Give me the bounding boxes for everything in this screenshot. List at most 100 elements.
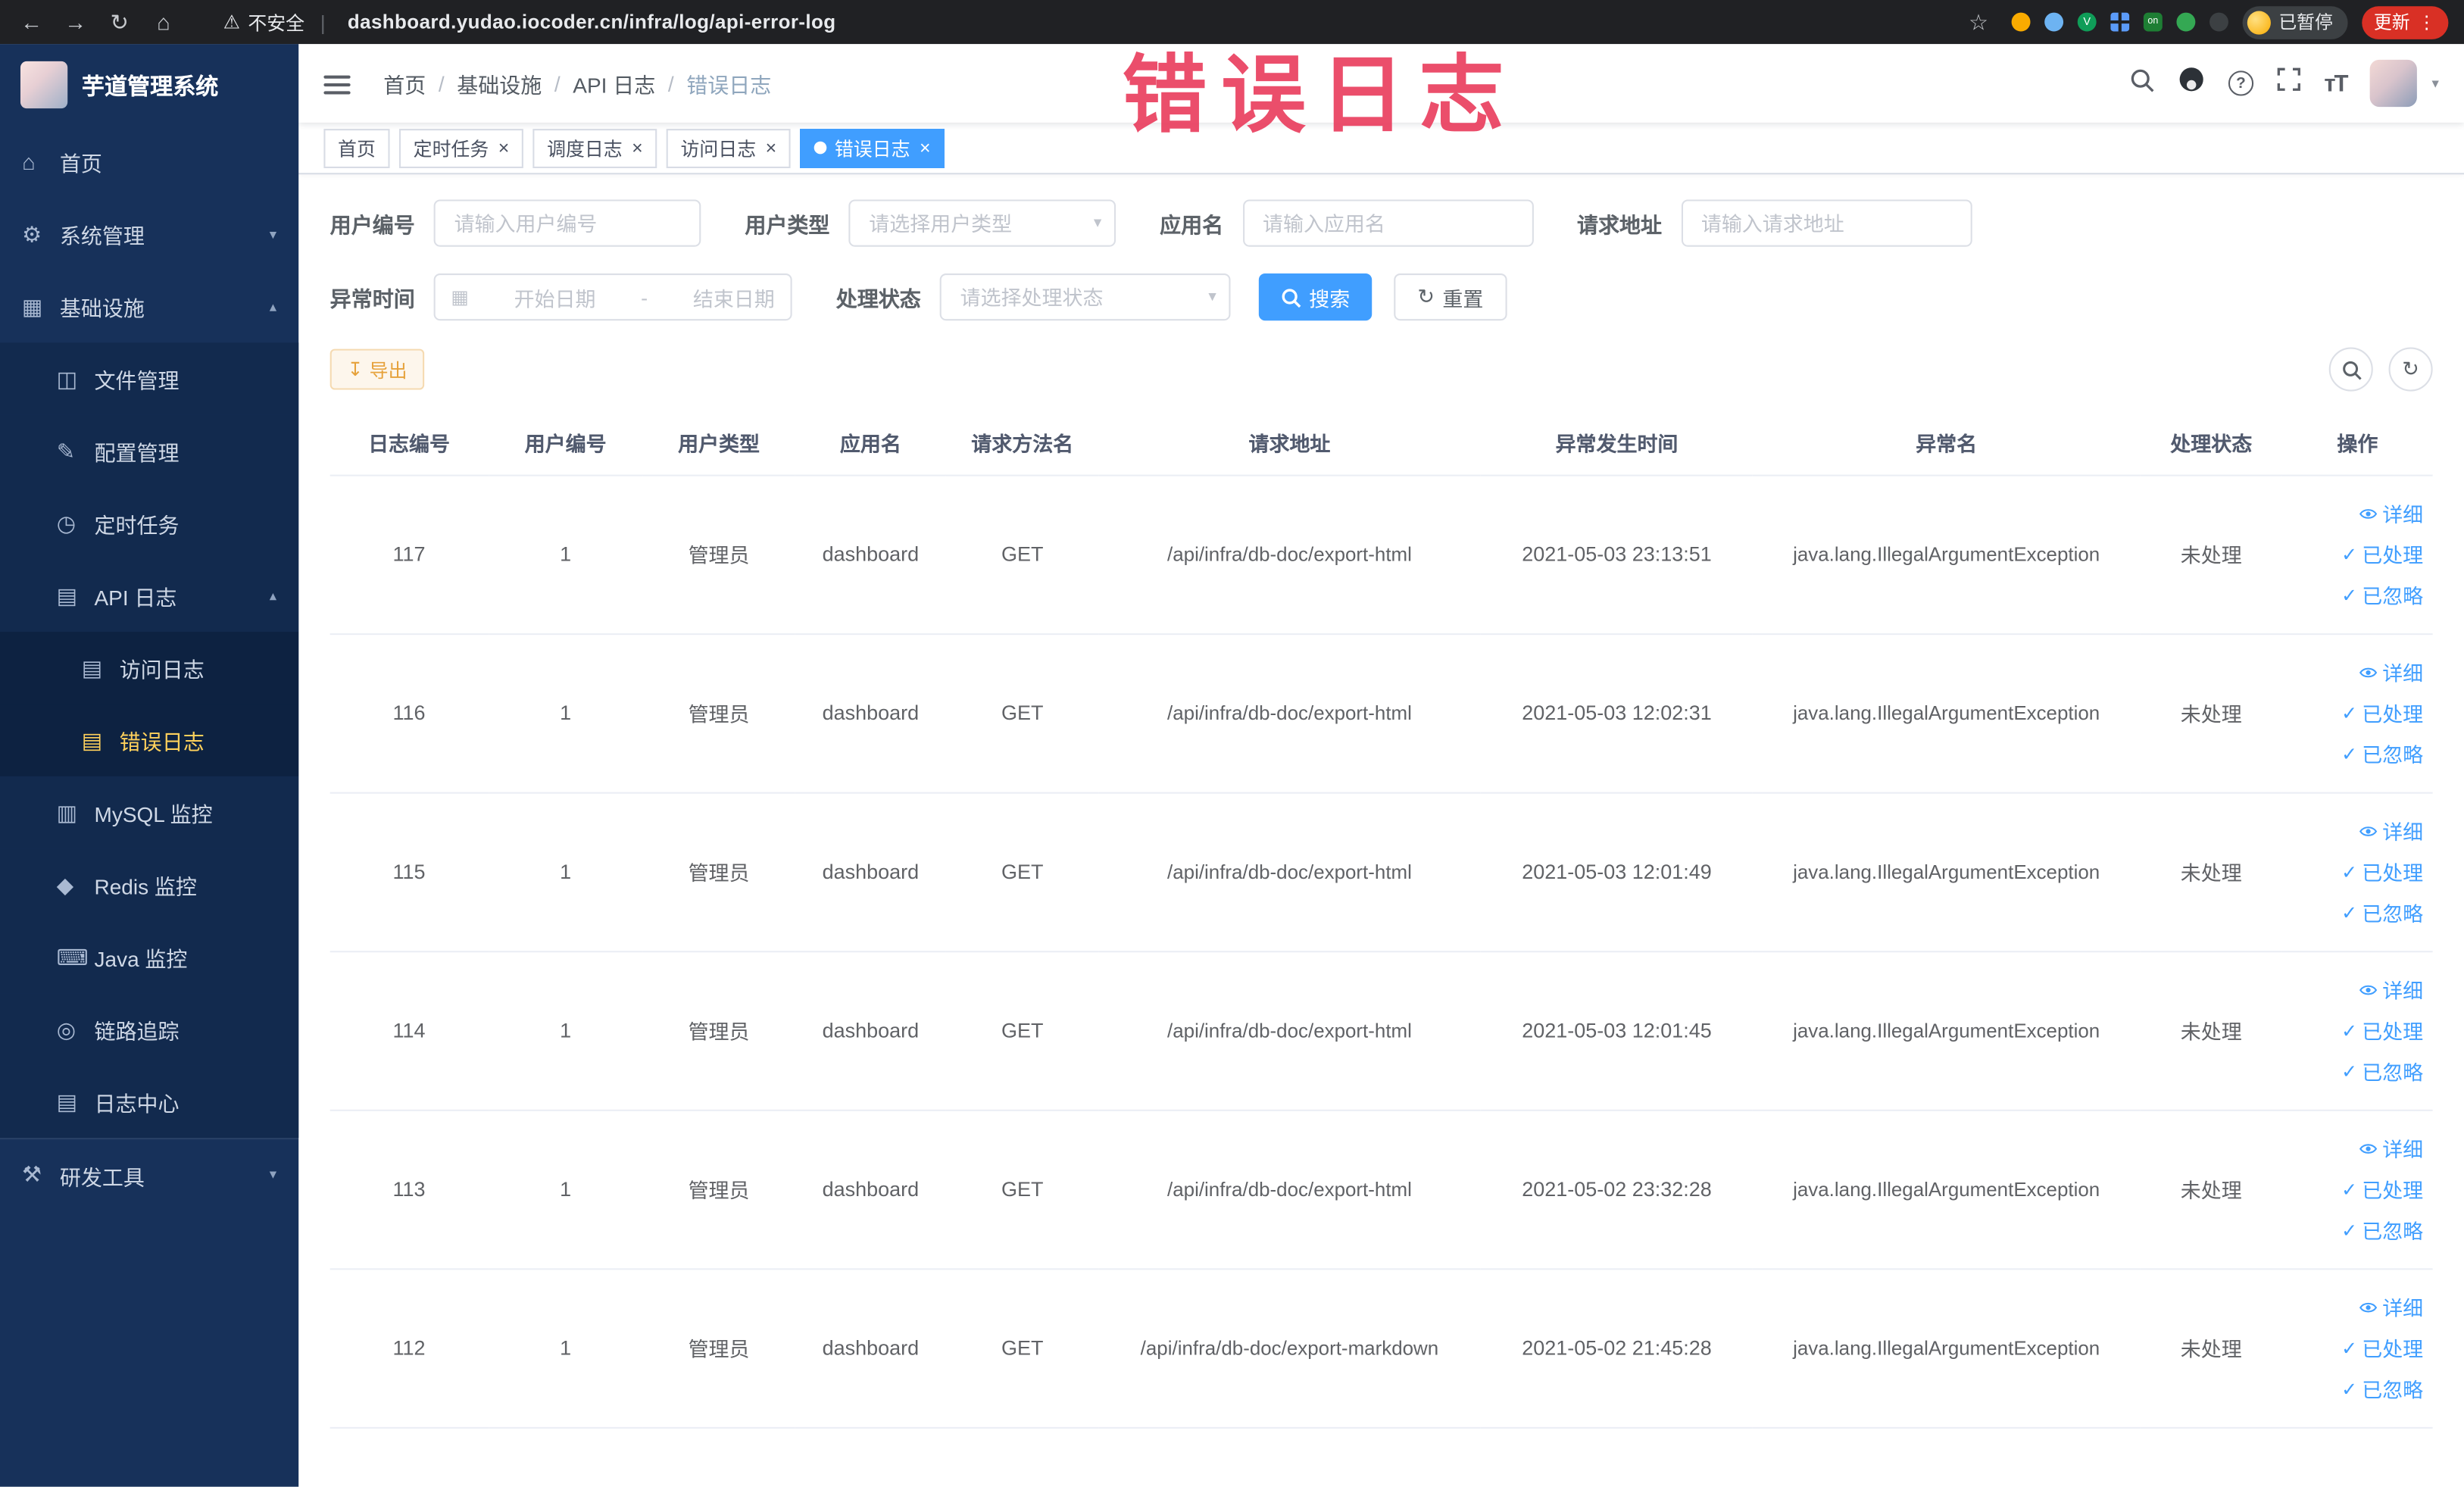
- extension-icon[interactable]: [2044, 12, 2064, 32]
- exception-time-range-picker[interactable]: ▦ 开始日期 - 结束日期: [433, 273, 792, 321]
- app-name-input[interactable]: [1242, 199, 1533, 247]
- check-icon: ✓: [2341, 583, 2358, 606]
- chevron-down-icon[interactable]: ▾: [2432, 75, 2439, 92]
- tab-scheduled-tasks[interactable]: 定时任务 ×: [399, 128, 523, 167]
- cell-request-url: /api/infra/db-doc/export-html: [1098, 633, 1482, 793]
- cell-method: GET: [946, 1268, 1098, 1428]
- sidebar-item-access-log[interactable]: ▤ 访问日志: [0, 632, 299, 704]
- column-header: 应用名: [795, 411, 947, 476]
- sidebar-item-redis-monitor[interactable]: ◆ Redis 监控: [0, 848, 299, 921]
- sidebar-item-error-log[interactable]: ▤ 错误日志: [0, 704, 299, 776]
- search-button[interactable]: 搜索: [1258, 273, 1373, 321]
- search-icon[interactable]: [2129, 67, 2154, 100]
- user-avatar[interactable]: [2370, 59, 2418, 108]
- sidebar-item-java-monitor[interactable]: ⌨ Java 监控: [0, 920, 299, 994]
- extension-icon[interactable]: [2110, 12, 2130, 32]
- detail-link[interactable]: 详细: [2359, 498, 2423, 528]
- close-icon[interactable]: ×: [632, 139, 643, 158]
- sidebar-item-file-management[interactable]: ◫ 文件管理: [0, 342, 299, 415]
- extension-icon[interactable]: [2011, 12, 2031, 32]
- extension-icon[interactable]: [2176, 12, 2196, 32]
- close-icon[interactable]: ×: [920, 139, 931, 158]
- cell-app-name: dashboard: [795, 951, 947, 1111]
- more-menu-icon[interactable]: ⋮: [2418, 11, 2436, 33]
- user-type-select[interactable]: ▾: [848, 199, 1116, 247]
- tab-error-log[interactable]: 错误日志 ×: [800, 128, 945, 167]
- sidebar-item-infrastructure[interactable]: ▦ 基础设施 ▴: [0, 270, 298, 342]
- processed-link[interactable]: ✓ 已处理: [2341, 857, 2423, 886]
- tab-home[interactable]: 首页: [323, 128, 390, 167]
- user-type-select-input[interactable]: [848, 199, 1116, 247]
- cell-exception-time: 2021-05-02 23:32:28: [1481, 1109, 1754, 1270]
- app-logo[interactable]: 芋道管理系统: [0, 44, 298, 126]
- sidebar-item-log-center[interactable]: ▤ 日志中心: [0, 1065, 299, 1139]
- cell-user-type: 管理员: [642, 951, 795, 1111]
- forward-icon[interactable]: →: [57, 5, 95, 39]
- extension-icon[interactable]: [2209, 12, 2228, 32]
- home-icon[interactable]: ⌂: [145, 5, 183, 39]
- processed-link[interactable]: ✓ 已处理: [2341, 698, 2423, 727]
- export-button[interactable]: ↧ 导出: [329, 348, 425, 390]
- sidebar-item-label: 研发工具: [59, 1165, 145, 1189]
- github-icon[interactable]: [2178, 66, 2204, 101]
- help-icon[interactable]: ?: [2228, 70, 2254, 96]
- breadcrumb-separator: /: [438, 71, 445, 95]
- detail-link[interactable]: 详细: [2359, 816, 2423, 845]
- reset-button[interactable]: ↻ 重置: [1394, 273, 1507, 321]
- toggle-search-button[interactable]: [2328, 347, 2373, 392]
- detail-link[interactable]: 详细: [2359, 657, 2423, 686]
- extension-icon[interactable]: on: [2143, 12, 2163, 32]
- profile-chip[interactable]: 已暂停: [2242, 5, 2347, 39]
- ignored-link[interactable]: ✓ 已忽略: [2341, 898, 2423, 927]
- extension-icon[interactable]: V: [2077, 12, 2097, 32]
- breadcrumb-item[interactable]: API 日志: [573, 67, 655, 98]
- status-select[interactable]: ▾: [939, 273, 1231, 321]
- ignored-link[interactable]: ✓ 已忽略: [2341, 580, 2423, 610]
- breadcrumb-item[interactable]: 基础设施: [457, 67, 542, 98]
- sidebar-item-home[interactable]: ⌂ 首页: [0, 126, 298, 198]
- ignored-link[interactable]: ✓ 已忽略: [2341, 739, 2423, 768]
- address-bar[interactable]: dashboard.yudao.iocoder.cn/infra/log/api…: [348, 11, 836, 33]
- refresh-table-button[interactable]: ↻: [2388, 347, 2433, 392]
- sidebar-item-dev-tools[interactable]: ⚒ 研发工具 ▾: [0, 1138, 299, 1210]
- processed-link[interactable]: ✓ 已处理: [2341, 1174, 2423, 1204]
- tab-schedule-log[interactable]: 调度日志 ×: [532, 128, 657, 167]
- back-icon[interactable]: ←: [13, 5, 51, 39]
- sidebar-item-scheduled-tasks[interactable]: ◷ 定时任务: [0, 487, 299, 560]
- ignored-link[interactable]: ✓ 已忽略: [2341, 1373, 2423, 1403]
- warning-icon: ⚠: [223, 11, 240, 33]
- font-size-icon[interactable]: тT: [2324, 70, 2348, 96]
- processed-link[interactable]: ✓ 已处理: [2341, 1332, 2423, 1362]
- processed-link[interactable]: ✓ 已处理: [2341, 539, 2423, 569]
- sidebar-item-api-logs[interactable]: ▤ API 日志 ▴: [0, 559, 299, 633]
- cell-exception-name: java.lang.IllegalArgumentException: [1753, 951, 2141, 1111]
- sidebar-item-config-management[interactable]: ✎ 配置管理: [0, 414, 299, 488]
- tab-access-log[interactable]: 访问日志 ×: [666, 128, 791, 167]
- refresh-icon[interactable]: ↻: [101, 5, 139, 39]
- breadcrumb-item[interactable]: 首页: [383, 67, 426, 98]
- sidebar-item-mysql-monitor[interactable]: ▥ MySQL 监控: [0, 776, 299, 849]
- browser-update-button[interactable]: 更新 ⋮: [2361, 5, 2449, 39]
- close-icon[interactable]: ×: [766, 139, 777, 158]
- sidebar-toggle-button[interactable]: [323, 70, 354, 98]
- user-id-input[interactable]: [433, 199, 701, 247]
- status-select-input[interactable]: [939, 273, 1231, 321]
- bookmark-star-icon[interactable]: ☆: [1960, 5, 1997, 39]
- fullscreen-icon[interactable]: [2277, 67, 2300, 98]
- ignored-link[interactable]: ✓ 已忽略: [2341, 1215, 2423, 1245]
- request-url-input[interactable]: [1680, 199, 1972, 247]
- processed-link[interactable]: ✓ 已处理: [2341, 1015, 2423, 1045]
- detail-link[interactable]: 详细: [2359, 1292, 2423, 1321]
- ignored-link[interactable]: ✓ 已忽略: [2341, 1056, 2423, 1086]
- sidebar-item-system-management[interactable]: ⚙ 系统管理 ▾: [0, 198, 298, 270]
- sidebar-item-tracing[interactable]: ◎ 链路追踪: [0, 993, 299, 1066]
- cell-app-name: dashboard: [795, 1109, 947, 1270]
- cell-status: 未处理: [2140, 792, 2283, 952]
- cell-request-url: /api/infra/db-doc/export-markdown: [1098, 1268, 1482, 1428]
- monitor-icon: ⌨: [56, 943, 89, 970]
- table-row: 116 1 管理员 dashboard GET /api/infra/db-do…: [329, 633, 2433, 793]
- site-security[interactable]: ⚠ 不安全: [223, 8, 304, 35]
- detail-link[interactable]: 详细: [2359, 1133, 2423, 1163]
- detail-link[interactable]: 详细: [2359, 974, 2423, 1004]
- close-icon[interactable]: ×: [498, 139, 510, 158]
